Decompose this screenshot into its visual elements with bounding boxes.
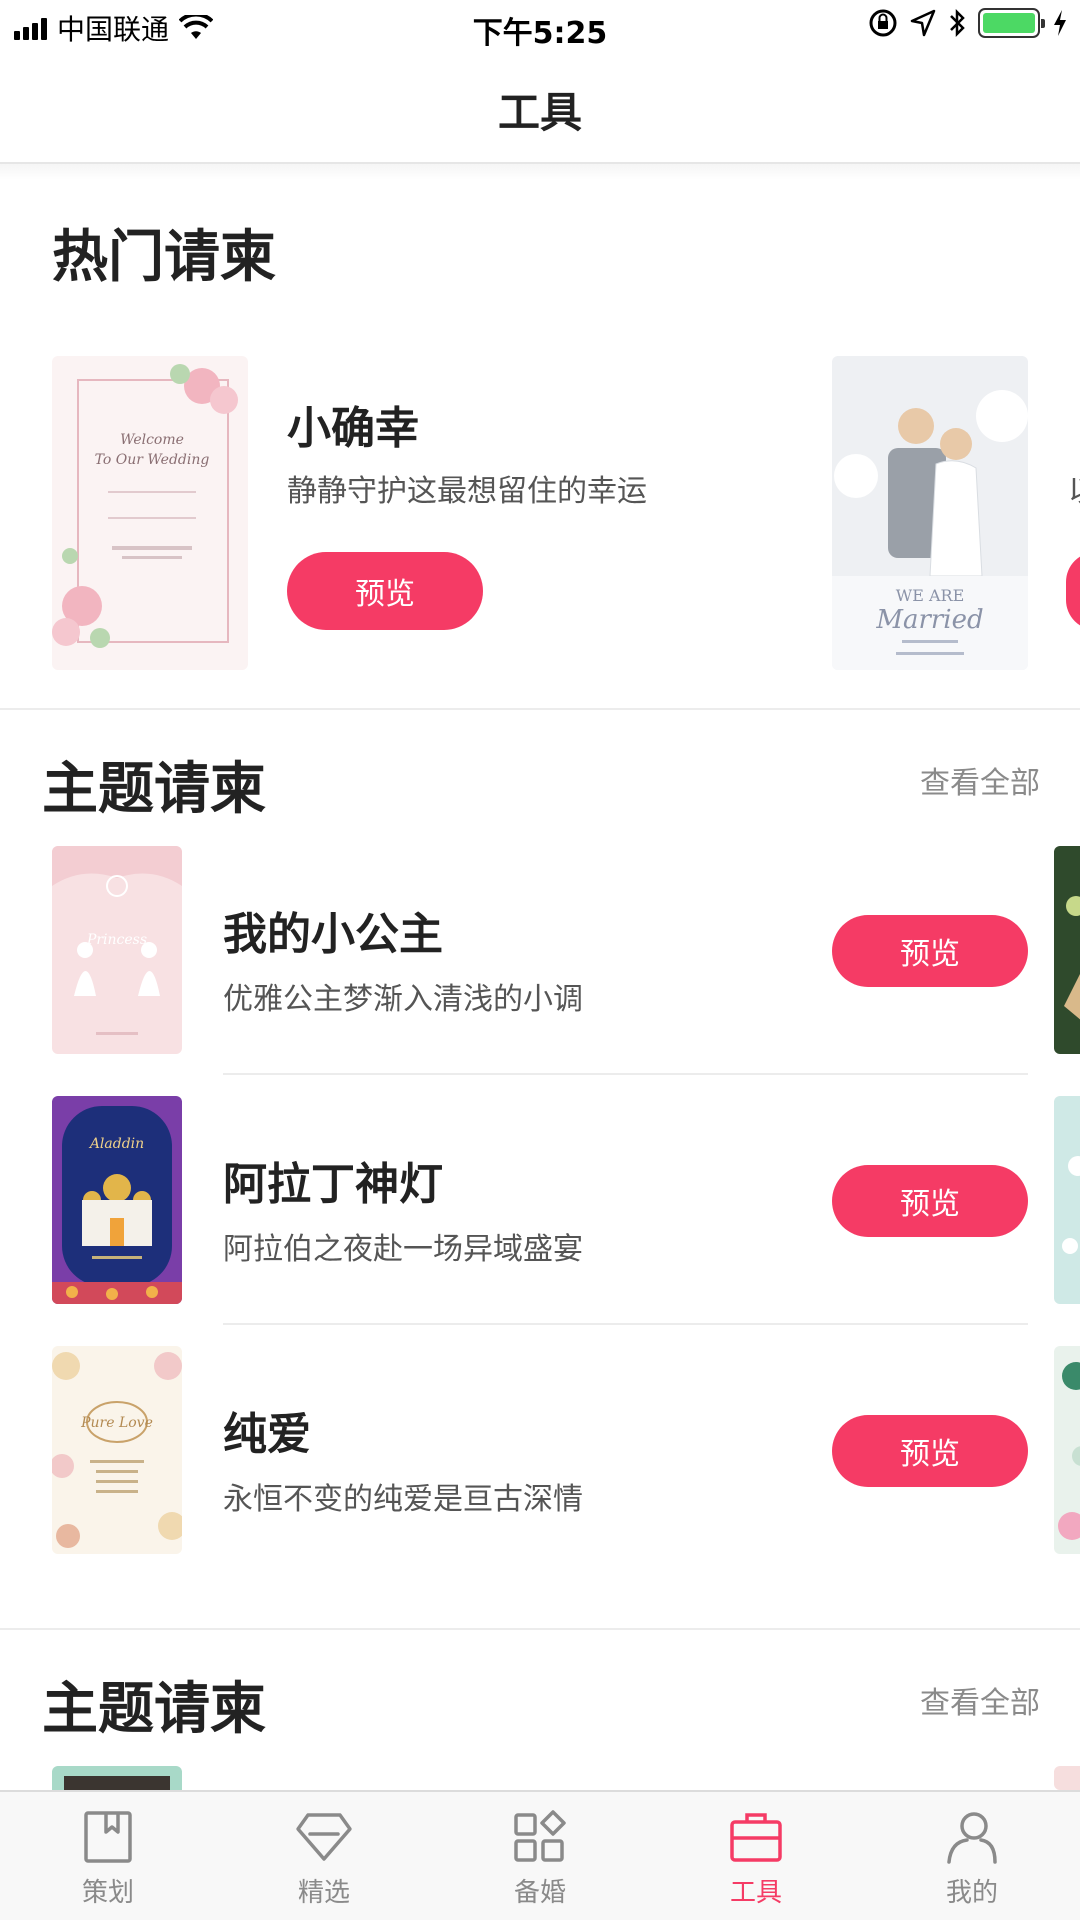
hot-card-thumbnail-2[interactable]: WE ARE Married bbox=[832, 356, 1028, 670]
theme-item-thumbnail[interactable]: Pure Love bbox=[52, 1346, 182, 1554]
status-bar: 中国联通 下午5:25 bbox=[0, 0, 1080, 54]
tab-plan[interactable]: 策划 bbox=[0, 1792, 216, 1920]
page-title: 工具 bbox=[497, 88, 582, 137]
svg-text:Aladdin: Aladdin bbox=[88, 1136, 144, 1152]
grid-icon bbox=[514, 1810, 566, 1862]
battery-icon bbox=[978, 8, 1045, 38]
theme-item-name: 我的小公主 bbox=[223, 909, 443, 960]
tab-mine[interactable]: 我的 bbox=[864, 1792, 1080, 1920]
theme-item-desc: 优雅公主梦渐入清浅的小调 bbox=[223, 982, 583, 1017]
toolbox-icon bbox=[730, 1813, 782, 1862]
theme-item-peek-thumbnail[interactable] bbox=[1054, 1346, 1080, 1554]
section-divider bbox=[0, 708, 1080, 710]
hot-card-thumbnail[interactable]: Welcome To Our Wedding bbox=[52, 356, 248, 670]
theme-item-preview-button[interactable]: 预览 bbox=[832, 915, 1028, 987]
tab-label: 备婚 bbox=[513, 1878, 566, 1908]
orientation-lock-icon bbox=[869, 9, 897, 37]
diamond-icon bbox=[296, 1813, 352, 1861]
location-icon bbox=[910, 9, 936, 37]
nav-bar: 工具 bbox=[0, 54, 1080, 164]
theme-section-title: 主题请柬 bbox=[42, 757, 266, 822]
hot-card-desc: 静静守护这最想留住的幸运 bbox=[287, 474, 647, 509]
hot-card-2-button-peek[interactable] bbox=[1066, 552, 1080, 630]
svg-text:Welcome: Welcome bbox=[120, 432, 184, 448]
theme-item-desc: 永恒不变的纯爱是亘古深情 bbox=[223, 1482, 583, 1517]
tab-tools[interactable]: 工具 bbox=[648, 1792, 864, 1920]
theme-item-name: 纯爱 bbox=[223, 1409, 311, 1460]
tab-bar: 策划 精选 备婚 工具 我的 bbox=[0, 1790, 1080, 1920]
bluetooth-icon bbox=[950, 8, 965, 38]
tools-screen: 中国联通 下午5:25 工具 热门请柬 Welcome To Our Weddi… bbox=[0, 0, 1080, 1920]
theme-item-thumbnail[interactable]: Aladdin bbox=[52, 1096, 182, 1304]
person-icon bbox=[947, 1812, 997, 1864]
tab-prepare[interactable]: 备婚 bbox=[432, 1792, 648, 1920]
theme-item-thumbnail[interactable]: Princess bbox=[52, 846, 182, 1054]
bookmark-icon bbox=[84, 1811, 132, 1863]
hot-preview-button[interactable]: 预览 bbox=[287, 552, 483, 630]
theme-item-name: 阿拉丁神灯 bbox=[223, 1159, 443, 1210]
theme-item-preview-button[interactable]: 预览 bbox=[832, 1165, 1028, 1237]
hot-section-title: 热门请柬 bbox=[52, 225, 276, 290]
tab-label: 精选 bbox=[297, 1878, 350, 1908]
svg-text:Princess: Princess bbox=[86, 932, 147, 948]
theme-section-title: 主题请柬 bbox=[42, 1677, 266, 1742]
see-all-link[interactable]: 查看全部 bbox=[920, 1678, 1040, 1722]
hot-card-name: 小确幸 bbox=[287, 403, 419, 454]
see-all-link[interactable]: 查看全部 bbox=[920, 758, 1040, 802]
tab-label: 我的 bbox=[945, 1878, 998, 1908]
theme-item-preview-button[interactable]: 预览 bbox=[832, 1415, 1028, 1487]
charging-icon bbox=[1054, 10, 1066, 36]
row-divider bbox=[223, 1323, 1028, 1325]
tab-featured[interactable]: 精选 bbox=[216, 1792, 432, 1920]
theme-item-peek-thumbnail[interactable] bbox=[1054, 846, 1080, 1054]
theme-item-peek-thumbnail[interactable] bbox=[1054, 1096, 1080, 1304]
status-right bbox=[868, 8, 1068, 38]
row-divider bbox=[223, 1073, 1028, 1075]
tab-label: 工具 bbox=[729, 1878, 782, 1908]
svg-text:Married: Married bbox=[875, 605, 983, 635]
theme-item-desc: 阿拉伯之夜赴一场异域盛宴 bbox=[223, 1232, 583, 1267]
svg-text:Pure Love: Pure Love bbox=[80, 1415, 153, 1431]
nav-shadow bbox=[0, 164, 1080, 180]
hot-card-2-desc-peek: 以 bbox=[1068, 466, 1080, 510]
tab-label: 策划 bbox=[81, 1878, 134, 1908]
svg-text:WE ARE: WE ARE bbox=[896, 586, 965, 605]
theme-item-thumbnail[interactable] bbox=[52, 1766, 182, 1790]
svg-text:To Our Wedding: To Our Wedding bbox=[95, 452, 210, 468]
theme-item-peek-thumbnail[interactable] bbox=[1054, 1766, 1080, 1790]
section-divider bbox=[0, 1628, 1080, 1630]
